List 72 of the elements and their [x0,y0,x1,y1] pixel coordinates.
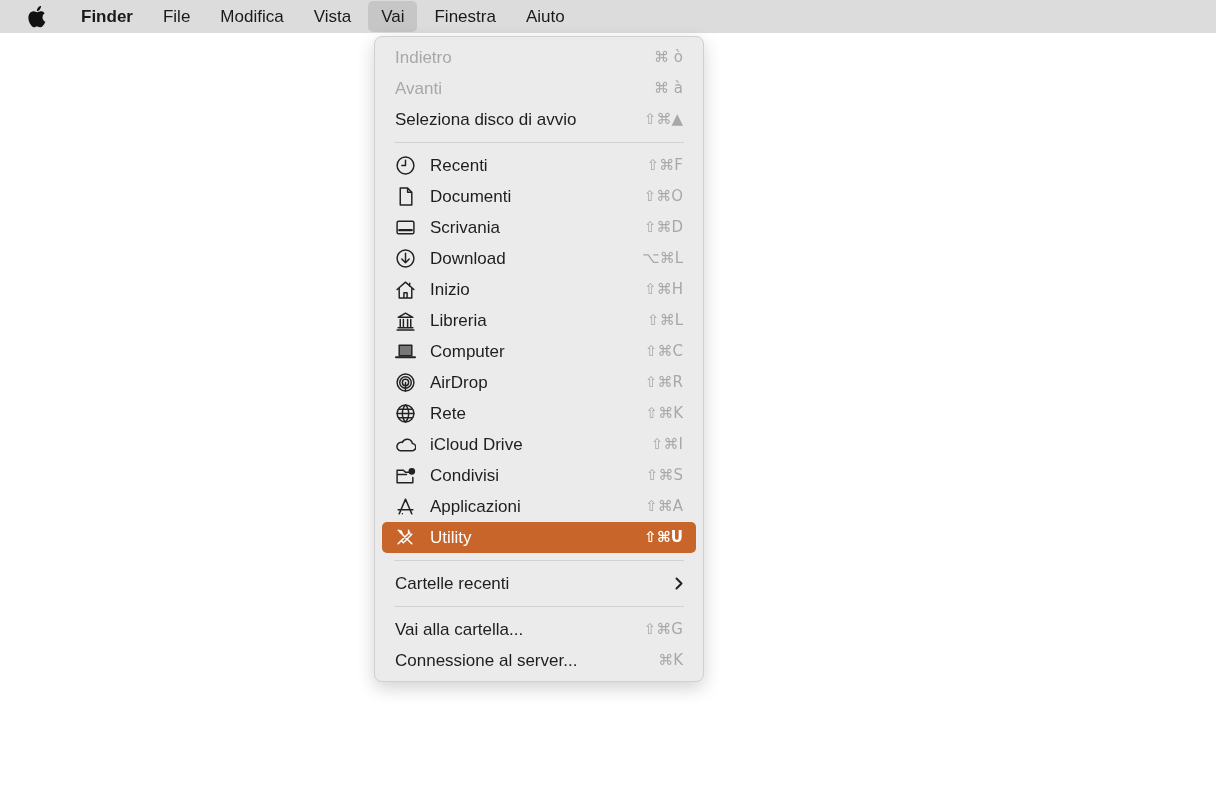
menu-item[interactable]: iCloud Drive ⇧⌘I [382,429,696,460]
menu-item[interactable]: Condivisi ⇧⌘S [382,460,696,491]
menu-item-label: Vai alla cartella... [395,618,525,641]
menu-item-label: Avanti [395,77,443,100]
menu-item-label: Cartelle recenti [395,572,511,595]
menu-bar-item[interactable]: Aiuto [512,1,578,32]
keyboard-shortcut: ⇧⌘F [646,155,683,177]
menu-bar-item[interactable]: Finder [68,1,146,32]
menu-item-label: Download [430,247,507,270]
menu-item-label: Rete [430,402,467,425]
menu-item[interactable]: Seleziona disco di avvio ⇧⌘▲ [382,104,696,135]
keyboard-shortcut: ⌘ ò [654,47,683,69]
keyboard-shortcut: ⇧⌘I [651,434,683,456]
keyboard-shortcut: ⇧⌘▲ [643,109,683,131]
menu-item-label: Indietro [395,46,453,69]
menu-item-label: Utility [430,526,473,549]
keyboard-shortcut: ⇧⌘A [645,496,683,518]
menu-bar-item[interactable]: Vai [368,1,418,32]
keyboard-shortcut: ⇧⌘H [644,279,683,301]
apple-logo-icon[interactable] [26,5,46,28]
download-icon [395,248,416,269]
chevron-right-icon [675,577,683,590]
keyboard-shortcut: ⇧⌘L [647,310,683,332]
menu-item-label: Scrivania [430,216,501,239]
menu-item-label: Seleziona disco di avvio [395,108,578,131]
menu-item[interactable]: Documenti ⇧⌘O [382,181,696,212]
clock-icon [395,155,416,176]
keyboard-shortcut: ⇧⌘C [644,341,683,363]
globe-icon [395,403,416,424]
menu-item-label: AirDrop [430,371,489,394]
menu-item-label: Computer [430,340,506,363]
library-building-icon [395,310,416,331]
keyboard-shortcut: ⇧⌘S [645,465,683,487]
menu-item[interactable]: Inizio ⇧⌘H [382,274,696,305]
menu-bar-item[interactable]: Finestra [421,1,509,32]
applications-icon [395,496,416,517]
menu-item[interactable]: Download ⌥⌘L [382,243,696,274]
menu-item-label: Connessione al server... [395,649,579,672]
keyboard-shortcut: ⌘ à [654,78,683,100]
keyboard-shortcut: ⇧⌘D [643,217,683,239]
menu-item[interactable]: Applicazioni ⇧⌘A [382,491,696,522]
airdrop-icon [395,372,416,393]
home-icon [395,279,416,300]
menu-bar-item[interactable]: Modifica [207,1,297,32]
menu-bar-item[interactable]: File [149,1,204,32]
menu-item[interactable]: Utility ⇧⌘U [382,522,696,553]
shared-folder-icon [395,465,416,486]
menu-item-label: Applicazioni [430,495,522,518]
menu-item[interactable]: Libreria ⇧⌘L [382,305,696,336]
menu-bar-item[interactable]: Vista [300,1,365,32]
keyboard-shortcut: ⌥⌘L [642,248,683,270]
menu-item[interactable]: Computer ⇧⌘C [382,336,696,367]
menu-item-label: Recenti [430,154,489,177]
desktop-icon [395,217,416,238]
menu-item-label: Documenti [430,185,513,208]
menu-item[interactable]: Recenti ⇧⌘F [382,150,696,181]
keyboard-shortcut: ⌘K [658,650,683,672]
keyboard-shortcut: ⇧⌘K [645,403,683,425]
menu-item-label: Libreria [430,309,488,332]
menu-item[interactable]: AirDrop ⇧⌘R [382,367,696,398]
menu-item[interactable]: Scrivania ⇧⌘D [382,212,696,243]
menu-item[interactable]: Connessione al server... ⌘K [382,645,696,676]
menu-item[interactable]: Cartelle recenti [382,568,696,599]
keyboard-shortcut: ⇧⌘G [643,619,683,641]
menu-item[interactable]: Vai alla cartella... ⇧⌘G [382,614,696,645]
menu-item-label: iCloud Drive [430,433,524,456]
menu-item[interactable]: Rete ⇧⌘K [382,398,696,429]
keyboard-shortcut: ⇧⌘U [644,527,683,549]
menu-item-label: Inizio [430,278,471,301]
keyboard-shortcut: ⇧⌘R [645,372,683,394]
keyboard-shortcut: ⇧⌘O [643,186,683,208]
menu-item-label: Condivisi [430,464,500,487]
